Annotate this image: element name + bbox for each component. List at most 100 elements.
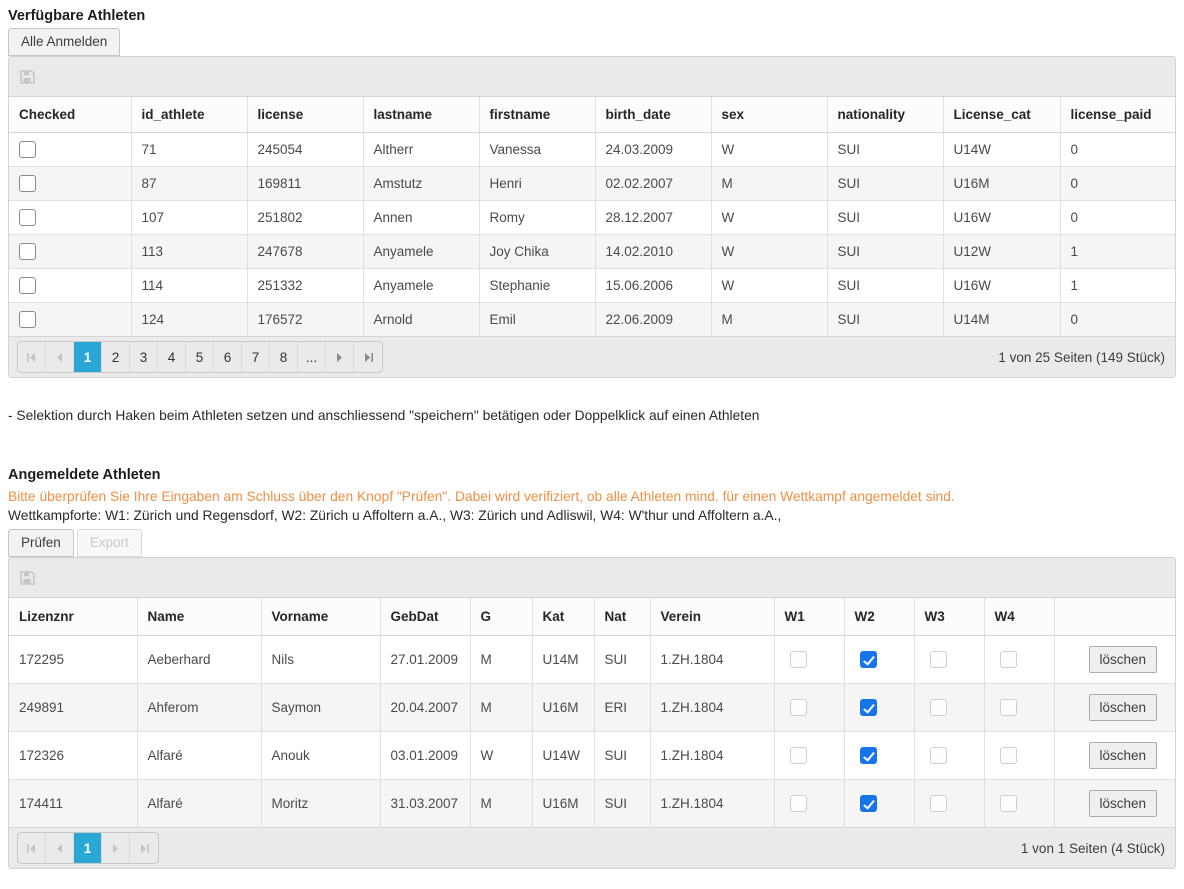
data-cell: U14W (943, 133, 1060, 167)
delete-button[interactable]: löschen (1089, 742, 1158, 769)
w4-checkbox[interactable] (1000, 795, 1017, 812)
last-page-button[interactable] (354, 342, 382, 372)
data-cell: U16W (943, 269, 1060, 303)
data-cell: Altherr (363, 133, 479, 167)
w3-checkbox[interactable] (930, 747, 947, 764)
data-cell: M (470, 684, 532, 732)
w2-checkbox[interactable] (860, 747, 877, 764)
w1-checkbox[interactable] (790, 699, 807, 716)
data-cell: 107 (131, 201, 247, 235)
available-athlete-row[interactable]: 114251332AnyameleStephanie15.06.2006WSUI… (9, 269, 1175, 303)
data-cell: Joy Chika (479, 235, 595, 269)
checked-cell (9, 235, 131, 269)
w1-checkbox[interactable] (790, 651, 807, 668)
delete-button[interactable]: löschen (1089, 790, 1158, 817)
action-cell: löschen (1054, 636, 1175, 684)
w1-checkbox[interactable] (790, 795, 807, 812)
data-cell: U12W (943, 235, 1060, 269)
w2-checkbox[interactable] (860, 651, 877, 668)
data-cell: W (711, 133, 827, 167)
data-cell: 0 (1060, 303, 1175, 337)
registered-grid-toolbar (9, 558, 1175, 598)
w2-cell (844, 636, 914, 684)
data-cell: Alfaré (137, 780, 261, 828)
page-button[interactable]: 1 (74, 833, 102, 863)
w1-checkbox[interactable] (790, 747, 807, 764)
column-header: Lizenznr (9, 598, 137, 636)
w4-checkbox[interactable] (1000, 651, 1017, 668)
registered-athlete-row: 172295AeberhardNils27.01.2009MU14MSUI1.Z… (9, 636, 1175, 684)
last-page-button[interactable] (130, 833, 158, 863)
w3-checkbox[interactable] (930, 651, 947, 668)
delete-button[interactable]: löschen (1089, 694, 1158, 721)
next-page-button[interactable] (102, 833, 130, 863)
athlete-select-checkbox[interactable] (19, 311, 36, 328)
data-cell: 1 (1060, 235, 1175, 269)
w1-cell (774, 732, 844, 780)
column-header: lastname (363, 97, 479, 133)
available-athlete-row[interactable]: 124176572ArnoldEmil22.06.2009MSUIU14M0 (9, 303, 1175, 337)
data-cell: 1.ZH.1804 (650, 636, 774, 684)
registered-athletes-section: Angemeldete Athleten Bitte überprüfen Si… (8, 467, 1176, 869)
action-cell: löschen (1054, 780, 1175, 828)
available-athlete-row[interactable]: 87169811AmstutzHenri02.02.2007MSUIU16M0 (9, 167, 1175, 201)
available-grid-toolbar (9, 57, 1175, 97)
page-button[interactable]: 4 (158, 342, 186, 372)
w2-checkbox[interactable] (860, 699, 877, 716)
data-cell: 31.03.2007 (380, 780, 470, 828)
check-button[interactable]: Prüfen (8, 529, 74, 557)
athlete-select-checkbox[interactable] (19, 175, 36, 192)
w4-checkbox[interactable] (1000, 699, 1017, 716)
data-cell: Romy (479, 201, 595, 235)
next-page-icon (110, 843, 121, 854)
prev-page-button[interactable] (46, 342, 74, 372)
page-button[interactable]: 7 (242, 342, 270, 372)
action-cell: löschen (1054, 732, 1175, 780)
register-all-button[interactable]: Alle Anmelden (8, 28, 120, 56)
more-pages-button[interactable]: ... (298, 342, 326, 372)
delete-button[interactable]: löschen (1089, 646, 1158, 673)
next-page-button[interactable] (326, 342, 354, 372)
page-button[interactable]: 1 (74, 342, 102, 372)
column-header: id_athlete (131, 97, 247, 133)
data-cell: SUI (827, 167, 943, 201)
next-page-icon (334, 352, 345, 363)
first-page-icon (26, 843, 37, 854)
page-button[interactable]: 2 (102, 342, 130, 372)
page-button[interactable]: 3 (130, 342, 158, 372)
available-athlete-row[interactable]: 71245054AltherrVanessa24.03.2009WSUIU14W… (9, 133, 1175, 167)
athlete-select-checkbox[interactable] (19, 277, 36, 294)
page-button[interactable]: 6 (214, 342, 242, 372)
data-cell: U16M (943, 167, 1060, 201)
available-athlete-row[interactable]: 113247678AnyameleJoy Chika14.02.2010WSUI… (9, 235, 1175, 269)
athlete-select-checkbox[interactable] (19, 209, 36, 226)
page-button[interactable]: 8 (270, 342, 298, 372)
athlete-select-checkbox[interactable] (19, 243, 36, 260)
data-cell: 1.ZH.1804 (650, 732, 774, 780)
w2-cell (844, 732, 914, 780)
data-cell: 1.ZH.1804 (650, 684, 774, 732)
athlete-select-checkbox[interactable] (19, 141, 36, 158)
w3-checkbox[interactable] (930, 795, 947, 812)
available-athlete-row[interactable]: 107251802AnnenRomy28.12.2007WSUIU16W0 (9, 201, 1175, 235)
column-header: W3 (914, 598, 984, 636)
prev-page-button[interactable] (46, 833, 74, 863)
data-cell: SUI (827, 201, 943, 235)
data-cell: M (470, 636, 532, 684)
first-page-button[interactable] (18, 342, 46, 372)
w3-checkbox[interactable] (930, 699, 947, 716)
data-cell: M (470, 780, 532, 828)
export-button[interactable]: Export (77, 529, 142, 557)
page-button[interactable]: 5 (186, 342, 214, 372)
athlete-registration-page: Verfügbare Athleten Alle Anmelden (0, 0, 1184, 889)
data-cell: SUI (827, 269, 943, 303)
data-cell: 20.04.2007 (380, 684, 470, 732)
data-cell: SUI (827, 235, 943, 269)
w2-checkbox[interactable] (860, 795, 877, 812)
save-icon[interactable] (19, 570, 35, 586)
pager-info: 1 von 1 Seiten (4 Stück) (1021, 841, 1165, 856)
first-page-button[interactable] (18, 833, 46, 863)
save-icon[interactable] (19, 69, 35, 85)
pager-info: 1 von 25 Seiten (149 Stück) (998, 350, 1165, 365)
w4-checkbox[interactable] (1000, 747, 1017, 764)
